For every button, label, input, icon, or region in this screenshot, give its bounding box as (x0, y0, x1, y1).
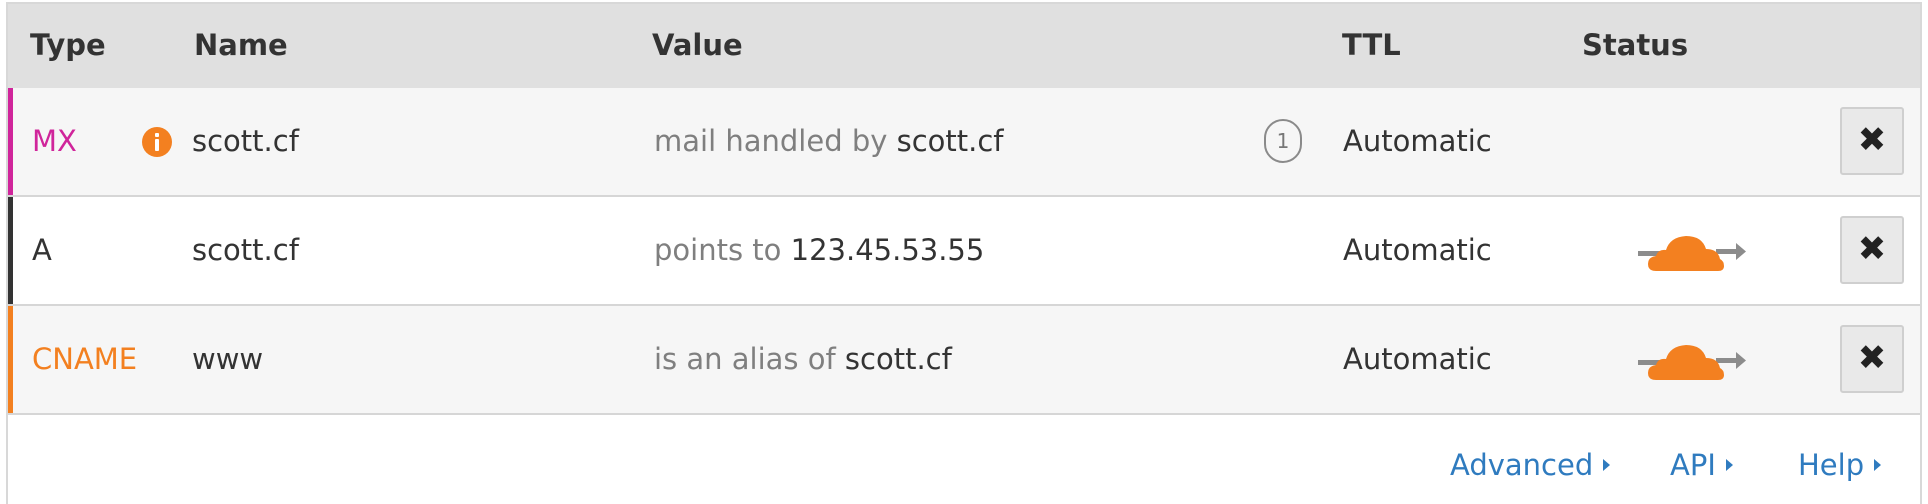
header-value: Value (652, 28, 743, 62)
close-icon: ✖ (1857, 338, 1887, 378)
record-type[interactable]: CNAME (32, 342, 137, 376)
value-prefix: points to (654, 233, 791, 267)
help-link[interactable]: Help (1798, 448, 1882, 482)
help-link-label: Help (1798, 448, 1865, 482)
record-type-stripe (8, 197, 13, 304)
record-value[interactable]: mail handled by scott.cf (654, 124, 1004, 158)
header-name: Name (194, 28, 288, 62)
table-row[interactable]: MX scott.cf mail handled by scott.cf 1 A… (8, 88, 1920, 197)
value-prefix: is an alias of (654, 342, 845, 376)
value-target: 123.45.53.55 (790, 233, 985, 267)
record-type-stripe (8, 88, 13, 195)
value-target: scott.cf (844, 342, 952, 376)
record-type-stripe (8, 306, 13, 413)
close-icon: ✖ (1857, 120, 1887, 160)
caret-right-icon (1725, 459, 1733, 471)
record-name[interactable]: www (192, 342, 263, 376)
dns-records-panel: Type Name Value TTL Status MX scott.cf m… (6, 2, 1922, 504)
orange-cloud-proxied-icon[interactable] (1638, 340, 1748, 391)
record-type[interactable]: A (32, 233, 52, 267)
delete-record-button[interactable]: ✖ (1840, 216, 1904, 284)
value-target: scott.cf (896, 124, 1004, 158)
priority-badge[interactable]: 1 (1264, 119, 1302, 163)
api-link-label: API (1670, 448, 1716, 482)
record-type[interactable]: MX (32, 124, 77, 158)
record-value[interactable]: points to 123.45.53.55 (654, 233, 984, 267)
caret-right-icon (1603, 459, 1611, 471)
header-type: Type (30, 28, 106, 62)
record-name[interactable]: scott.cf (192, 233, 299, 267)
orange-cloud-proxied-icon[interactable] (1638, 231, 1748, 282)
record-value[interactable]: is an alias of scott.cf (654, 342, 952, 376)
delete-record-button[interactable]: ✖ (1840, 107, 1904, 175)
advanced-link[interactable]: Advanced (1450, 448, 1611, 482)
close-icon: ✖ (1857, 229, 1887, 269)
record-ttl[interactable]: Automatic (1343, 124, 1492, 158)
advanced-link-label: Advanced (1450, 448, 1594, 482)
api-link[interactable]: API (1670, 448, 1733, 482)
info-icon[interactable] (142, 127, 172, 157)
table-row[interactable]: CNAME www is an alias of scott.cf Automa… (8, 306, 1920, 415)
delete-record-button[interactable]: ✖ (1840, 325, 1904, 393)
header-status: Status (1582, 28, 1689, 62)
header-ttl: TTL (1342, 28, 1401, 62)
record-ttl[interactable]: Automatic (1343, 342, 1492, 376)
value-prefix: mail handled by (654, 124, 897, 158)
caret-right-icon (1874, 459, 1882, 471)
table-header: Type Name Value TTL Status (8, 4, 1920, 88)
record-name[interactable]: scott.cf (192, 124, 299, 158)
record-ttl[interactable]: Automatic (1343, 233, 1492, 267)
table-row[interactable]: A scott.cf points to 123.45.53.55 Automa… (8, 197, 1920, 306)
